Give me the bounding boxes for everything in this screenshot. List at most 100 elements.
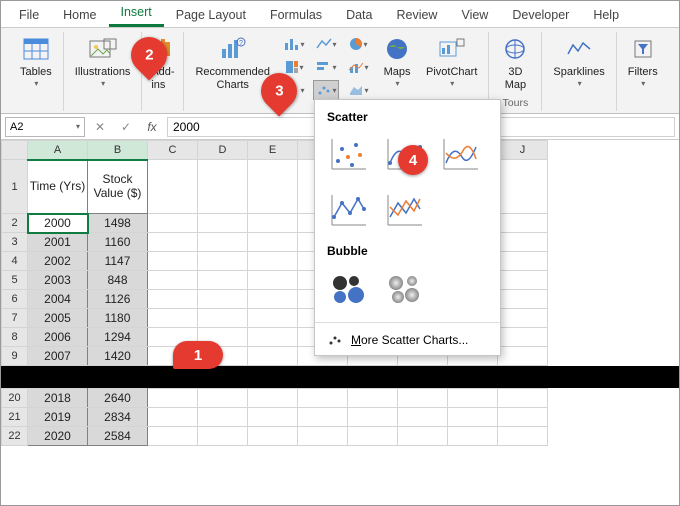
cell[interactable]: 2001 <box>28 233 88 252</box>
pie-chart-button[interactable]: ▾ <box>345 34 371 54</box>
col-header-j[interactable]: J <box>498 141 548 160</box>
tab-view[interactable]: View <box>449 3 500 27</box>
cell[interactable]: 2007 <box>28 347 88 366</box>
cell[interactable] <box>248 309 298 328</box>
cell[interactable] <box>498 290 548 309</box>
fx-button[interactable]: fx <box>141 120 163 134</box>
cell[interactable] <box>298 389 348 408</box>
cell[interactable] <box>198 408 248 427</box>
cell[interactable] <box>248 214 298 233</box>
cell[interactable] <box>298 427 348 446</box>
cell[interactable]: 848 <box>88 271 148 290</box>
cell[interactable]: 2002 <box>28 252 88 271</box>
cell[interactable] <box>398 408 448 427</box>
cell[interactable] <box>448 427 498 446</box>
cell[interactable] <box>498 160 548 214</box>
surface-chart-button[interactable]: ▾ <box>345 80 371 100</box>
cell[interactable] <box>148 233 198 252</box>
cell[interactable] <box>148 309 198 328</box>
maps-button[interactable]: Maps ▾ <box>379 32 415 90</box>
cell[interactable] <box>348 408 398 427</box>
select-all-cell[interactable] <box>2 141 28 160</box>
col-header-b[interactable]: B <box>88 141 148 160</box>
scatter-option-markers[interactable] <box>323 130 371 178</box>
cell[interactable] <box>198 252 248 271</box>
cell[interactable]: 2584 <box>88 427 148 446</box>
cell[interactable] <box>148 389 198 408</box>
cell[interactable] <box>148 214 198 233</box>
combo-chart-button[interactable]: ▾ <box>345 57 371 77</box>
col-header-a[interactable]: A <box>28 141 88 160</box>
cell[interactable] <box>248 160 298 214</box>
cell[interactable]: 2004 <box>28 290 88 309</box>
filters-button[interactable]: Filters ▾ <box>625 32 661 90</box>
tab-data[interactable]: Data <box>334 3 384 27</box>
cell[interactable] <box>498 252 548 271</box>
cell[interactable] <box>348 427 398 446</box>
sparklines-button[interactable]: Sparklines ▾ <box>550 32 607 90</box>
col-header-e[interactable]: E <box>248 141 298 160</box>
pivotchart-button[interactable]: PivotChart ▾ <box>423 32 480 90</box>
cell[interactable] <box>198 290 248 309</box>
cell[interactable] <box>148 290 198 309</box>
cell[interactable] <box>198 389 248 408</box>
cell[interactable]: 1294 <box>88 328 148 347</box>
row-header[interactable]: 3 <box>2 233 28 252</box>
cell[interactable]: 1180 <box>88 309 148 328</box>
cell[interactable]: 1498 <box>88 214 148 233</box>
tab-developer[interactable]: Developer <box>500 3 581 27</box>
column-chart-button[interactable]: ▾ <box>281 34 307 54</box>
cell[interactable] <box>248 389 298 408</box>
cell[interactable] <box>498 271 548 290</box>
cell[interactable] <box>498 328 548 347</box>
cell[interactable]: 2003 <box>28 271 88 290</box>
row-header[interactable]: 20 <box>2 389 28 408</box>
cell[interactable]: 2020 <box>28 427 88 446</box>
spreadsheet-bottom[interactable]: 202018264021201928342220202584 <box>1 388 548 446</box>
tab-home[interactable]: Home <box>51 3 108 27</box>
row-header[interactable]: 21 <box>2 408 28 427</box>
cell[interactable] <box>198 271 248 290</box>
cell[interactable] <box>148 160 198 214</box>
cell[interactable] <box>498 309 548 328</box>
cell[interactable]: 2018 <box>28 389 88 408</box>
cell[interactable]: 1126 <box>88 290 148 309</box>
cell[interactable] <box>498 389 548 408</box>
row-header[interactable]: 1 <box>2 160 28 214</box>
cell[interactable] <box>498 427 548 446</box>
cell[interactable] <box>398 427 448 446</box>
cell[interactable] <box>148 271 198 290</box>
tab-page-layout[interactable]: Page Layout <box>164 3 258 27</box>
cell[interactable] <box>248 427 298 446</box>
line-chart-button[interactable]: ▾ <box>313 34 339 54</box>
tab-review[interactable]: Review <box>384 3 449 27</box>
row-header[interactable]: 5 <box>2 271 28 290</box>
cell[interactable] <box>248 290 298 309</box>
cell[interactable]: 1147 <box>88 252 148 271</box>
row-header[interactable]: 22 <box>2 427 28 446</box>
row-header[interactable]: 9 <box>2 347 28 366</box>
cell[interactable]: Time (Yrs) <box>28 160 88 214</box>
row-header[interactable]: 4 <box>2 252 28 271</box>
cell[interactable] <box>248 408 298 427</box>
scatter-option-lines-markers[interactable] <box>323 186 371 234</box>
cell[interactable] <box>498 214 548 233</box>
bubble-option-2d[interactable] <box>323 264 371 312</box>
row-header[interactable]: 6 <box>2 290 28 309</box>
cell[interactable]: 1420 <box>88 347 148 366</box>
cell[interactable]: 2006 <box>28 328 88 347</box>
cell[interactable] <box>248 347 298 366</box>
enter-formula-button[interactable]: ✓ <box>115 120 137 134</box>
cell[interactable]: 2019 <box>28 408 88 427</box>
cancel-formula-button[interactable]: ✕ <box>89 120 111 134</box>
cell[interactable] <box>248 271 298 290</box>
cell[interactable] <box>198 233 248 252</box>
tab-help[interactable]: Help <box>581 3 631 27</box>
cell[interactable]: 2000 <box>28 214 88 233</box>
cell[interactable]: Stock Value ($) <box>88 160 148 214</box>
cell[interactable]: 2834 <box>88 408 148 427</box>
scatter-option-lines[interactable] <box>379 186 427 234</box>
cell[interactable] <box>248 328 298 347</box>
cell[interactable] <box>348 389 398 408</box>
tab-insert[interactable]: Insert <box>109 0 164 27</box>
